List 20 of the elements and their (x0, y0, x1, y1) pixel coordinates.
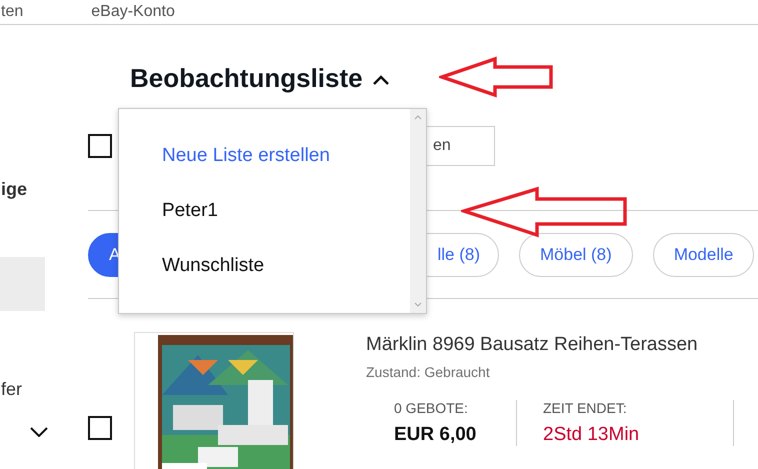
nav-link[interactable]: ten (1, 2, 24, 21)
item-condition: Zustand: Gebraucht (366, 364, 491, 380)
item-title[interactable]: Märklin 8969 Bausatz Reihen-Terassen (366, 334, 734, 356)
sidebar-text[interactable]: ige (1, 178, 28, 200)
filter-chip[interactable]: Möbel (8) (519, 233, 633, 277)
sidebar-text[interactable]: fer (1, 378, 22, 400)
menu-item[interactable]: Neue Liste erstellen (119, 145, 410, 200)
stat-label: ZEIT ENDET: (543, 400, 628, 416)
item-checkbox[interactable] (88, 416, 112, 440)
chevron-down-icon[interactable] (30, 427, 48, 437)
select-all-checkbox[interactable] (88, 134, 112, 158)
page-title: Beobachtungsliste (130, 62, 363, 94)
menu-item[interactable]: Wunschliste (119, 255, 410, 310)
filter-chip[interactable]: Modelle (652, 233, 754, 277)
stat-label: 0 GEBOTE: (394, 400, 469, 416)
time-left: 2Std 13Min (543, 424, 640, 446)
chevron-icon[interactable] (372, 75, 389, 85)
price: EUR 6,00 (394, 424, 478, 446)
menu-item[interactable]: Peter1 (119, 200, 410, 255)
nav-link[interactable]: eBay-Konto (91, 2, 175, 21)
